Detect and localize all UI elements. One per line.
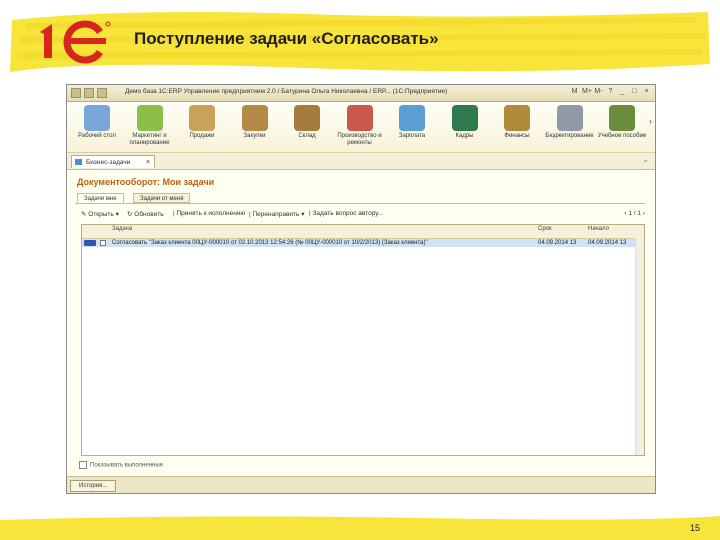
forward-icon[interactable] — [97, 88, 107, 98]
warehouse-icon — [294, 105, 320, 131]
redirect-button[interactable]: | Перенаправить ▾ — [249, 210, 305, 218]
open-button-label: Открыть ▾ — [88, 211, 119, 218]
money-card-icon — [399, 105, 425, 131]
history-button[interactable]: История... — [70, 480, 117, 492]
open-windows-bar: Бизнес-задачи × ⌄ — [67, 153, 655, 170]
section-label: Кадры — [455, 133, 474, 139]
refresh-button[interactable]: ↻ Обновить — [127, 210, 164, 218]
open-window-tab[interactable]: Бизнес-задачи × — [71, 155, 155, 168]
section-label: Учебное пособие — [597, 133, 647, 139]
1c-logo — [40, 20, 111, 64]
truck-icon — [189, 105, 215, 131]
section-5[interactable]: Склад — [279, 105, 335, 140]
pager-label: 1 / 1 — [628, 210, 642, 217]
show-completed-checkbox[interactable]: Показывать выполненные — [79, 461, 163, 469]
desk-icon — [84, 105, 110, 131]
section-label: Рабочий стол — [78, 133, 116, 139]
window-title: Демо база 1С:ERP Управление предприятием… — [125, 88, 448, 95]
section-10[interactable]: Бюджетирование — [542, 105, 598, 140]
tabs-divider — [75, 203, 645, 204]
close-tab-icon[interactable]: × — [146, 156, 150, 169]
section-label: Зарплата — [398, 133, 426, 139]
page-number: 15 — [689, 523, 700, 533]
section-label: Продажи — [189, 133, 215, 139]
section-label: Маркетинг и планирование — [129, 133, 170, 146]
section-label: Закупки — [243, 133, 266, 139]
tasks-icon — [75, 159, 82, 165]
redirect-button-label: Перенаправить ▾ — [252, 211, 305, 218]
footer-brush-stroke — [0, 516, 720, 540]
section-7[interactable]: Зарплата — [384, 105, 440, 140]
ask-author-button-label: Задать вопрос автору... — [312, 210, 384, 217]
pager-next-icon[interactable]: › — [641, 210, 645, 217]
section-label: Склад — [298, 133, 316, 139]
accept-button-label: Принять к исполнению — [176, 210, 246, 217]
column-task[interactable]: Задача — [112, 226, 132, 232]
factory-icon — [346, 105, 373, 131]
table-row[interactable]: Согласовать "Заказ клиента 00ЦУ-000010 о… — [82, 239, 644, 247]
tasks-table: Задача Срок Начало Согласовать "Заказ кл… — [81, 224, 645, 456]
section-6[interactable]: Производство и ремонты — [332, 105, 388, 147]
section-11[interactable]: Учебное пособие — [594, 105, 650, 140]
minimize-button[interactable]: _ — [618, 87, 627, 97]
section-4[interactable]: Закупки — [227, 105, 283, 140]
section-label: Бюджетирование — [545, 133, 594, 139]
book-icon — [451, 105, 478, 131]
section-9[interactable]: Финансы — [489, 105, 545, 140]
open-button[interactable]: ✎ Открыть ▾ — [81, 210, 119, 218]
checkbox-label: Показывать выполненные — [90, 462, 163, 469]
slide-title: Поступление задачи «Согласовать» — [134, 29, 439, 48]
section-3[interactable]: Продажи — [174, 105, 230, 140]
table-scrollbar[interactable] — [635, 238, 644, 455]
app-window: Демо база 1С:ERP Управление предприятием… — [66, 84, 656, 494]
column-start[interactable]: Начало — [588, 226, 609, 232]
status-bar: История... — [67, 476, 655, 493]
help-button[interactable]: ? — [606, 87, 615, 97]
tab-tasks-for-me[interactable]: Задачи мне — [77, 193, 124, 203]
memory-m-button[interactable]: M — [570, 87, 579, 97]
window-controls: M M+ M- ? _ □ × — [570, 87, 651, 97]
refresh-button-label: Обновить — [134, 211, 164, 218]
boxes-icon — [241, 105, 268, 131]
table-header: Задача Срок Начало — [82, 225, 644, 239]
section-label: Производство и ремонты — [337, 133, 382, 146]
sections-panel: Рабочий стол Маркетинг и планирование Прод… — [67, 102, 655, 153]
section-label: Финансы — [504, 133, 530, 139]
memory-plus-button[interactable]: M+ — [582, 87, 592, 97]
ask-author-button[interactable]: | Задать вопрос автору... — [309, 210, 383, 217]
section-2[interactable]: Маркетинг и планирование — [122, 105, 178, 147]
tab-tasks-from-me[interactable]: Задачи от меня — [133, 193, 191, 203]
close-button[interactable]: × — [642, 87, 651, 97]
coins-icon — [504, 105, 530, 131]
start-cell: 04.09.2014 13 — [588, 240, 627, 246]
back-icon[interactable] — [84, 88, 94, 98]
app-menu-icon[interactable] — [71, 88, 81, 98]
window-titlebar: Демо база 1С:ERP Управление предприятием… — [67, 85, 655, 102]
accept-button[interactable]: | Принять к исполнению — [173, 210, 245, 217]
memory-minus-button[interactable]: M- — [594, 87, 603, 97]
pager[interactable]: ‹ 1 / 1 › — [624, 210, 645, 217]
calculator-icon — [556, 105, 583, 131]
command-bar: ✎ Открыть ▾ ↻ Обновить | Принять к испол… — [81, 210, 645, 222]
section-1[interactable]: Рабочий стол — [69, 105, 125, 140]
column-due[interactable]: Срок — [538, 226, 552, 232]
due-cell: 04.09.2014 13 — [538, 240, 577, 246]
chevron-down-icon[interactable]: ⌄ — [642, 155, 649, 164]
sections-scroll-right-icon[interactable]: › — [649, 116, 652, 126]
titlebar-quick-icons[interactable] — [71, 88, 107, 98]
open-window-tab-label: Бизнес-задачи — [86, 159, 131, 166]
task-cell: Согласовать "Заказ клиента 00ЦУ-000010 о… — [112, 240, 428, 246]
tutorial-icon — [609, 105, 635, 131]
task-status-icon — [84, 240, 96, 246]
maximize-button[interactable]: □ — [630, 87, 639, 97]
section-8[interactable]: Кадры — [437, 105, 493, 140]
form-title: Документооборот: Мои задачи — [77, 177, 215, 187]
checkbox-box[interactable] — [79, 461, 87, 469]
chart-pie-icon — [136, 105, 163, 131]
task-type-icon — [100, 240, 106, 246]
